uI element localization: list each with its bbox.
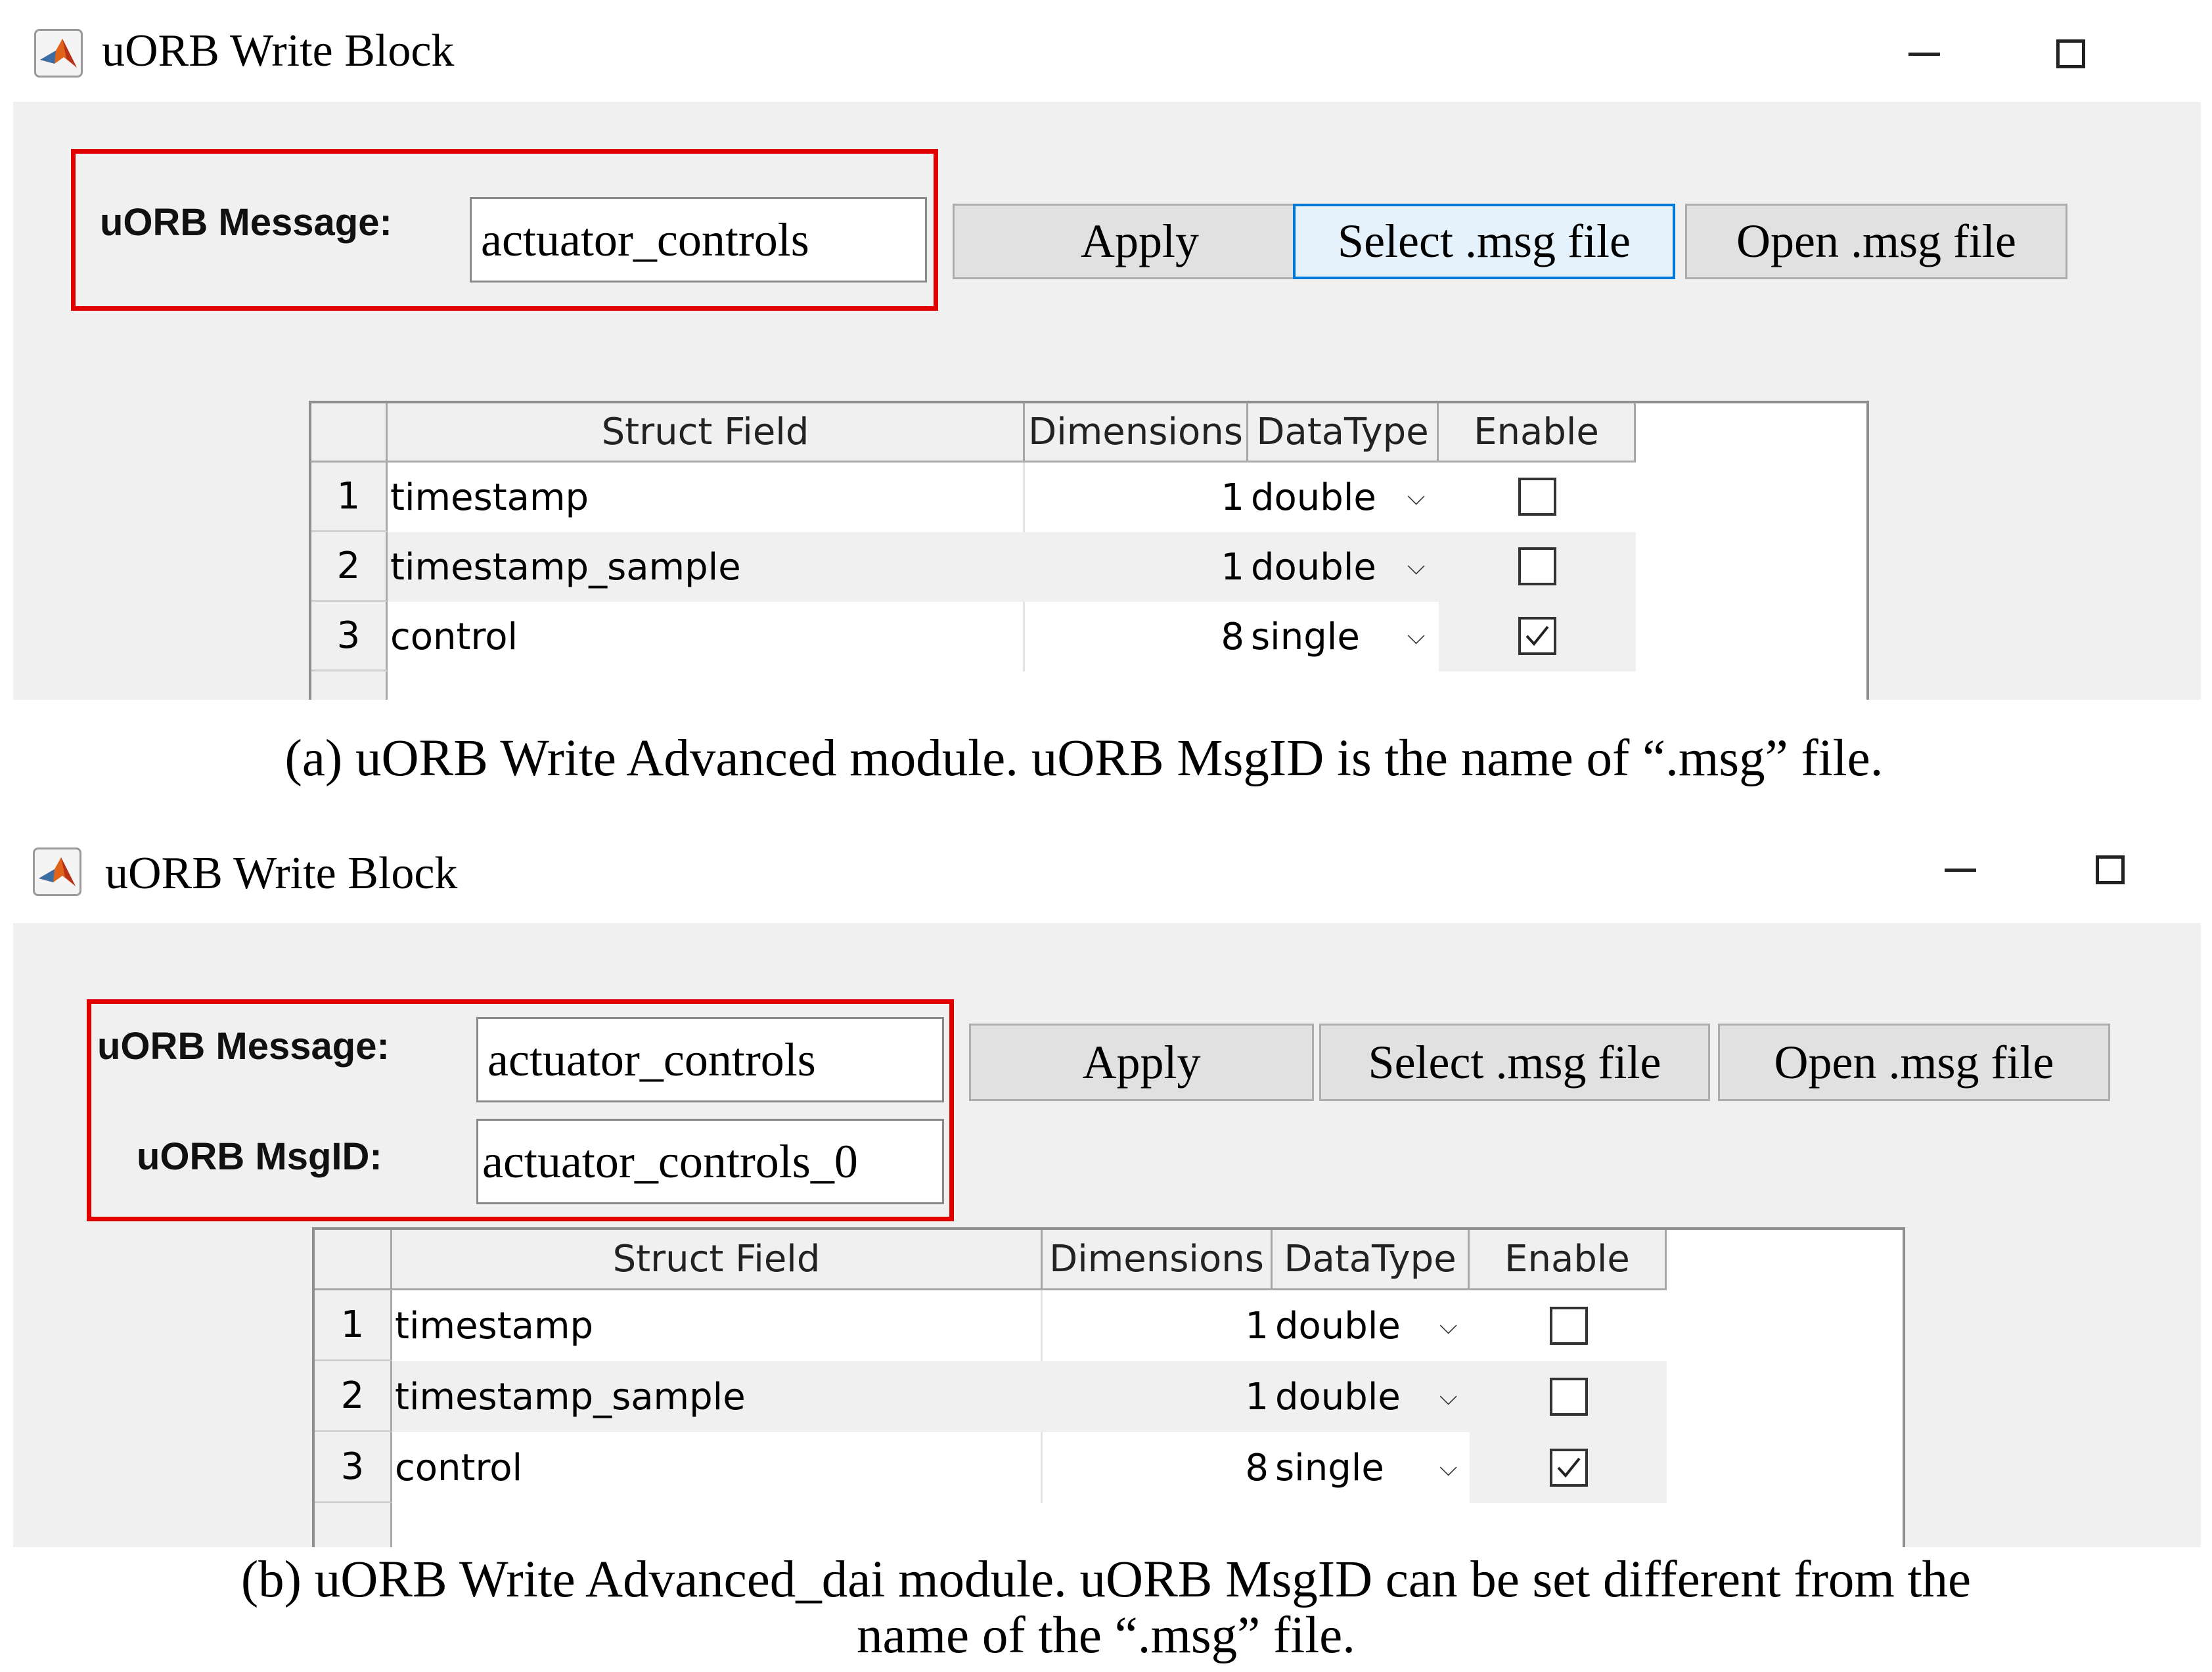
table-cell-field[interactable]: control [388, 602, 1025, 671]
table-cell-dimensions[interactable]: 1 [1025, 463, 1248, 532]
window-title: uORB Write Block [105, 848, 458, 899]
header-datatype[interactable]: DataType [1248, 403, 1439, 463]
matlab-logo-icon [33, 847, 81, 896]
message-label: uORB Message: [100, 201, 392, 244]
message-input[interactable]: actuator_controls [470, 197, 927, 282]
window-title: uORB Write Block [102, 26, 455, 76]
minimize-icon[interactable] [1945, 869, 1976, 872]
row-number: 3 [315, 1432, 392, 1503]
matlab-logo-icon [34, 29, 83, 78]
chevron-down-icon[interactable]: ⌵ [1439, 1455, 1457, 1482]
chevron-down-icon[interactable]: ⌵ [1439, 1313, 1457, 1340]
table-cell-field[interactable]: control [392, 1432, 1043, 1503]
select-msg-file-button[interactable]: Select .msg file [1319, 1024, 1710, 1101]
header-corner [315, 1230, 392, 1290]
row-number: 2 [311, 532, 388, 602]
header-dimensions[interactable]: Dimensions [1025, 403, 1248, 463]
chevron-down-icon[interactable]: ⌵ [1439, 1384, 1457, 1411]
header-datatype[interactable]: DataType [1273, 1230, 1470, 1290]
table-cell-field[interactable]: timestamp_sample [388, 532, 1025, 602]
dialog-body: uORB Message: actuator_controls Apply Se… [13, 102, 2201, 700]
title-bar: uORB Write Block [0, 821, 2212, 920]
apply-button[interactable]: Apply [969, 1024, 1314, 1101]
row-number: 1 [311, 463, 388, 532]
open-msg-file-button[interactable]: Open .msg file [1685, 204, 2067, 279]
checkbox-checked-icon[interactable] [1518, 617, 1556, 655]
table-cell-dimensions[interactable]: 8 [1025, 602, 1248, 671]
msgid-label: uORB MsgID: [137, 1135, 382, 1178]
caption-b-line2: name of the “.msg” file. [857, 1607, 1355, 1664]
header-enable[interactable]: Enable [1439, 403, 1636, 463]
struct-table[interactable]: Struct Field Dimensions DataType Enable … [312, 1227, 1905, 1547]
minimize-icon[interactable] [1908, 53, 1940, 56]
row-number-empty [311, 671, 388, 700]
dialog-body: uORB Message: actuator_controls uORB Msg… [13, 923, 2201, 1547]
maximize-icon[interactable] [2096, 855, 2125, 884]
checkbox-checked-icon[interactable] [1550, 1449, 1588, 1487]
msgid-input[interactable]: actuator_controls_0 [476, 1119, 944, 1204]
row-number: 2 [315, 1361, 392, 1432]
row-number: 3 [311, 602, 388, 671]
maximize-icon[interactable] [2056, 39, 2085, 68]
table-cell-field[interactable]: timestamp [392, 1290, 1043, 1361]
checkbox-icon[interactable] [1518, 547, 1556, 585]
table-cell-field[interactable]: timestamp [388, 463, 1025, 532]
chevron-down-icon[interactable]: ⌵ [1407, 553, 1425, 581]
header-dimensions[interactable]: Dimensions [1043, 1230, 1273, 1290]
header-corner [311, 403, 388, 463]
caption-a: (a) uORB Write Advanced module. uORB Msg… [284, 730, 1884, 787]
table-cell-dimensions[interactable]: 1 [1025, 532, 1248, 602]
table-cell-dimensions[interactable]: 1 [1043, 1290, 1273, 1361]
table-cell-dimensions[interactable]: 1 [1043, 1361, 1273, 1432]
struct-table[interactable]: Struct Field Dimensions DataType Enable … [309, 401, 1869, 700]
row-number: 1 [315, 1290, 392, 1361]
title-bar: uORB Write Block [0, 0, 2212, 99]
panel-a: uORB Write Block uORB Message: actuator_… [0, 0, 2212, 815]
header-struct-field[interactable]: Struct Field [392, 1230, 1043, 1290]
open-msg-file-button[interactable]: Open .msg file [1718, 1024, 2110, 1101]
panel-b: uORB Write Block uORB Message: actuator_… [0, 821, 2212, 1672]
table-cell-field[interactable]: timestamp_sample [392, 1361, 1043, 1432]
checkbox-icon[interactable] [1550, 1378, 1588, 1416]
message-label: uORB Message: [97, 1025, 390, 1068]
apply-button[interactable]: Apply [953, 204, 1327, 279]
message-input[interactable]: actuator_controls [476, 1017, 944, 1102]
table-cell-dimensions[interactable]: 8 [1043, 1432, 1273, 1503]
header-enable[interactable]: Enable [1470, 1230, 1667, 1290]
caption-b-line1: (b) uORB Write Advanced_dai module. uORB… [240, 1551, 1972, 1608]
row-number-empty [315, 1503, 392, 1547]
header-struct-field[interactable]: Struct Field [388, 403, 1025, 463]
chevron-down-icon[interactable]: ⌵ [1407, 484, 1425, 511]
select-msg-file-button[interactable]: Select .msg file [1293, 204, 1675, 279]
checkbox-icon[interactable] [1518, 478, 1556, 516]
chevron-down-icon[interactable]: ⌵ [1407, 623, 1425, 650]
checkbox-icon[interactable] [1550, 1307, 1588, 1345]
